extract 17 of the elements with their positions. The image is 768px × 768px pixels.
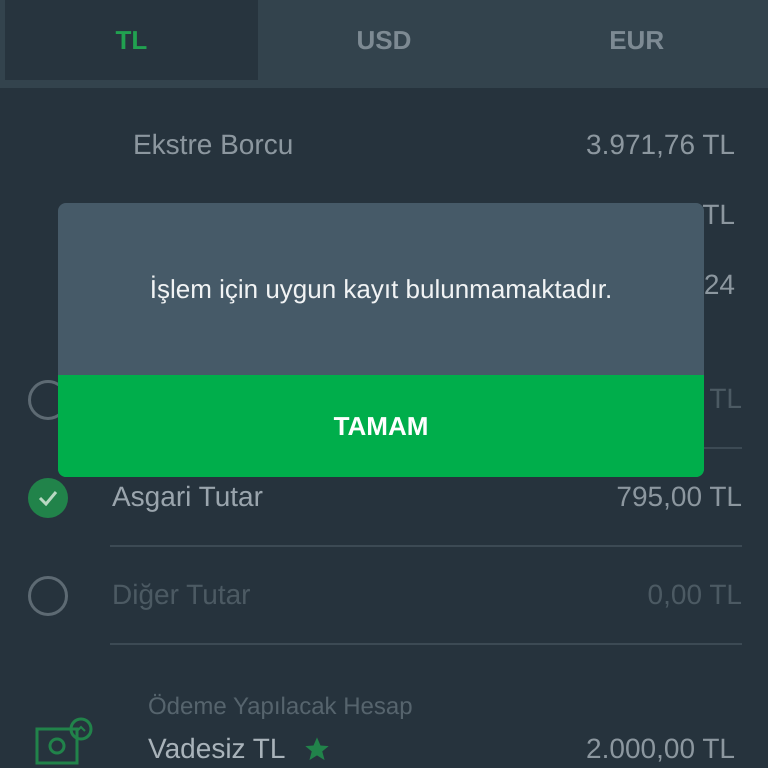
currency-tab[interactable]: EUR (510, 0, 763, 80)
currency-tab[interactable]: USD (258, 0, 510, 80)
radio-button[interactable] (28, 576, 68, 616)
row-value: 3.971,76 TL (586, 129, 735, 161)
row-label: Ekstre Borcu (133, 129, 294, 161)
wallet-icon (35, 717, 93, 765)
check-icon (38, 490, 58, 506)
currency-tab[interactable]: TL (5, 0, 258, 80)
row-value: TL (702, 199, 735, 231)
option-amount: 795,00 TL (616, 481, 742, 513)
dialog-message: İşlem için uygun kayıt bulunmamaktadır. (148, 272, 614, 306)
ok-button[interactable]: TAMAM (58, 375, 704, 477)
row-value: 24 (704, 269, 735, 301)
account-balance: 2.000,00 TL (586, 733, 735, 765)
checked-radio[interactable] (28, 478, 68, 518)
option-label: Asgari Tutar (112, 481, 263, 513)
account-name: Vadesiz TL (148, 733, 286, 765)
